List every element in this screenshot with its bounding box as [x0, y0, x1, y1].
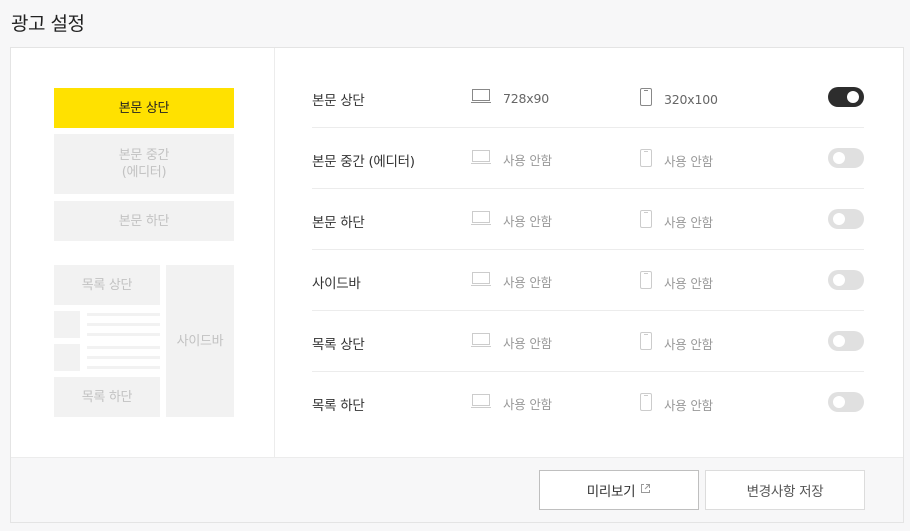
mobile-size: 사용 안함 [640, 271, 713, 293]
preview-button[interactable]: 미리보기 [539, 470, 699, 510]
ad-slot-label: 사이드바 [312, 276, 361, 292]
ad-slot-row: 목록 상단 사용 안함 사용 안함 [312, 311, 864, 372]
preview-text-line [87, 323, 160, 326]
toggle-knob [833, 152, 845, 164]
preview-text-line [87, 333, 160, 336]
ad-slot-label: 목록 하단 [312, 398, 365, 414]
preview-sidebar: 사이드바 [166, 265, 234, 417]
toggle-knob [847, 91, 859, 103]
preview-body-bottom: 본문 하단 [54, 201, 234, 241]
preview-list-bottom: 목록 하단 [54, 377, 160, 417]
footer-actions: 미리보기 변경사항 저장 [11, 457, 903, 522]
pc-size: 사용 안함 [471, 393, 552, 413]
ad-slot-label: 본문 하단 [312, 215, 365, 231]
pc-size: 사용 안함 [471, 271, 552, 291]
ad-slot-row: 본문 하단 사용 안함 사용 안함 [312, 189, 864, 250]
monitor-icon [471, 332, 491, 352]
ad-slot-toggle[interactable] [828, 209, 864, 229]
ad-slot-label: 목록 상단 [312, 337, 365, 353]
pc-size: 사용 안함 [471, 332, 552, 352]
pc-size: 사용 안함 [471, 210, 552, 230]
ad-slot-row: 본문 중간 (에디터) 사용 안함 사용 안함 [312, 128, 864, 189]
preview-thumb [54, 344, 80, 371]
preview-button-label: 미리보기 [586, 484, 636, 500]
preview-list-top-label: 목록 상단 [81, 277, 133, 293]
toggle-knob [833, 335, 845, 347]
page-title: 광고 설정 [11, 13, 85, 35]
mobile-size-value: 사용 안함 [664, 153, 713, 169]
ad-slot-list: 본문 상단 728x90 320x100 본문 중간 (에디터) 사용 안함 사용 안함 본… [312, 67, 864, 433]
pc-size-value: 사용 안함 [503, 396, 552, 412]
preview-text-line [87, 313, 160, 316]
preview-text-line [87, 356, 160, 359]
monitor-icon [471, 210, 491, 230]
ad-slot-toggle[interactable] [828, 270, 864, 290]
mobile-size: 사용 안함 [640, 210, 713, 232]
mobile-size: 사용 안함 [640, 332, 713, 354]
mobile-phone-icon [640, 332, 652, 354]
preview-list-top: 목록 상단 [54, 265, 160, 305]
mobile-size-value: 사용 안함 [664, 397, 713, 413]
pc-size: 728x90 [471, 88, 549, 108]
toggle-knob [833, 213, 845, 225]
preview-sidebar-label: 사이드바 [176, 333, 224, 349]
monitor-icon [471, 393, 491, 413]
preview-body-top: 본문 상단 [54, 88, 234, 128]
pc-size-value: 사용 안함 [503, 152, 552, 168]
mobile-phone-icon [640, 149, 652, 171]
ad-settings-panel: 본문 상단 본문 중간 (에디터) 본문 하단 목록 상단 사이드바 목록 하단 … [10, 47, 904, 523]
preview-body-top-label: 본문 상단 [118, 100, 170, 116]
monitor-icon [471, 88, 491, 108]
pc-size-value: 사용 안함 [503, 274, 552, 290]
monitor-icon [471, 149, 491, 169]
ad-slot-row: 본문 상단 728x90 320x100 [312, 67, 864, 128]
monitor-icon [471, 271, 491, 291]
toggle-knob [833, 396, 845, 408]
mobile-phone-icon [640, 88, 652, 110]
ad-slot-toggle[interactable] [828, 87, 864, 107]
mobile-phone-icon [640, 271, 652, 293]
mobile-size-value: 320x100 [664, 91, 718, 107]
preview-body-bottom-label: 본문 하단 [118, 213, 170, 229]
pc-size-value: 728x90 [503, 90, 549, 106]
ad-slot-label: 본문 중간 (에디터) [312, 154, 415, 170]
mobile-size: 사용 안함 [640, 393, 713, 415]
ad-slot-toggle[interactable] [828, 148, 864, 168]
ad-slot-toggle[interactable] [828, 392, 864, 412]
preview-body-middle-label: 본문 중간 [118, 148, 170, 163]
preview-text-line [87, 346, 160, 349]
mobile-phone-icon [640, 210, 652, 232]
preview-body-middle-sublabel: (에디터) [121, 165, 167, 180]
mobile-size: 사용 안함 [640, 149, 713, 171]
toggle-knob [833, 274, 845, 286]
ad-slot-label: 본문 상단 [312, 93, 365, 109]
ad-slot-row: 목록 하단 사용 안함 사용 안함 [312, 372, 864, 433]
ad-position-preview: 본문 상단 본문 중간 (에디터) 본문 하단 목록 상단 사이드바 목록 하단 [11, 48, 275, 457]
pc-size-value: 사용 안함 [503, 335, 552, 351]
mobile-size-value: 사용 안함 [664, 275, 713, 291]
preview-thumb [54, 311, 80, 338]
pc-size-value: 사용 안함 [503, 213, 552, 229]
preview-list-bottom-label: 목록 하단 [81, 389, 133, 405]
preview-body-middle: 본문 중간 (에디터) [54, 134, 234, 194]
ad-slot-toggle[interactable] [828, 331, 864, 351]
mobile-size-value: 사용 안함 [664, 336, 713, 352]
mobile-size: 320x100 [640, 88, 718, 110]
external-link-icon [640, 482, 651, 498]
pc-size: 사용 안함 [471, 149, 552, 169]
mobile-phone-icon [640, 393, 652, 415]
save-changes-button[interactable]: 변경사항 저장 [705, 470, 865, 510]
preview-text-line [87, 366, 160, 369]
ad-slot-row: 사이드바 사용 안함 사용 안함 [312, 250, 864, 311]
mobile-size-value: 사용 안함 [664, 214, 713, 230]
